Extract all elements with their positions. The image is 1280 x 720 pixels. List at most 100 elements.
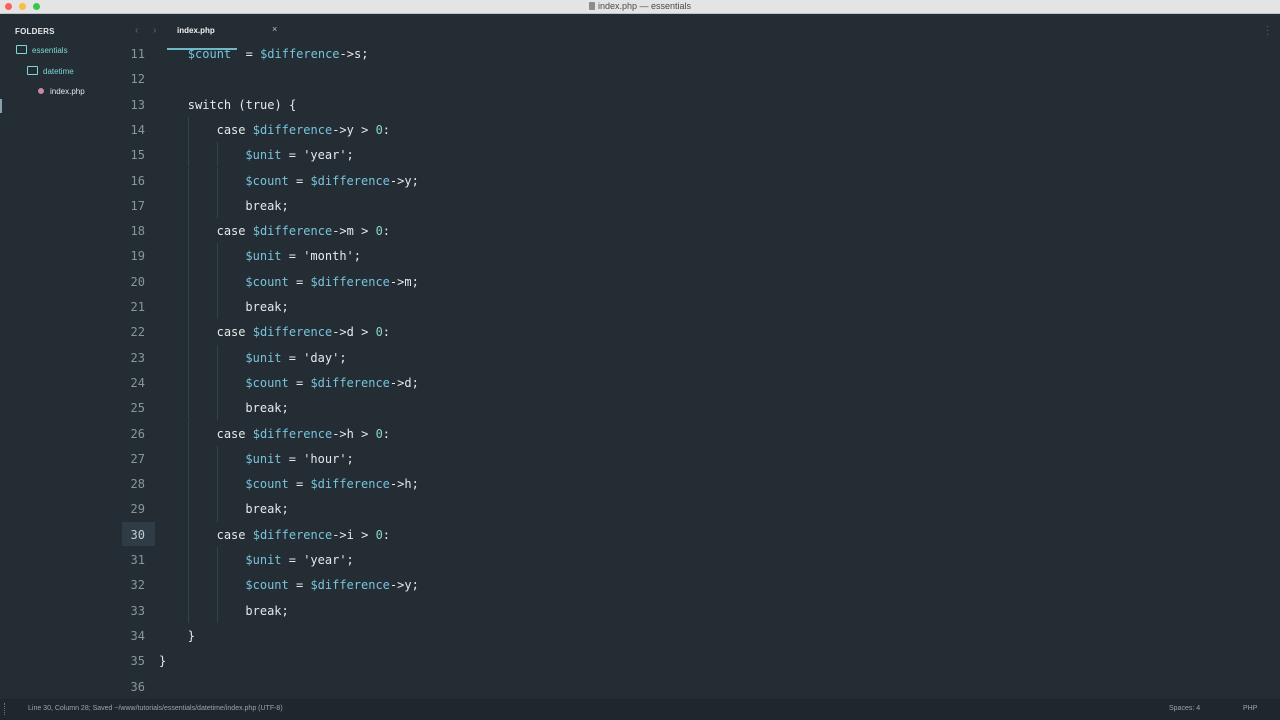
line-number: 27 [130, 451, 145, 466]
code-line[interactable]: 13 switch (true) { [122, 92, 1280, 117]
line-number: 25 [130, 401, 145, 416]
code-line[interactable]: 12 [122, 66, 1280, 91]
code-line[interactable]: 32 $count = $difference->y; [122, 572, 1280, 598]
indent-guide [187, 294, 189, 320]
code-token: ->d; [389, 375, 419, 390]
code-text: $unit = 'year'; [245, 553, 353, 567]
more-vertical-icon[interactable]: · · · [1266, 22, 1269, 40]
line-number: 29 [130, 502, 145, 517]
indent-guide [216, 471, 218, 497]
code-line[interactable]: 29 break; [122, 496, 1280, 522]
line-number: 15 [130, 148, 145, 163]
code-line[interactable]: 11 $count = $difference->s; [122, 41, 1280, 66]
indent-guide [216, 369, 218, 396]
indent-guide [216, 597, 218, 623]
code-line[interactable]: 19 $unit = 'month'; [122, 243, 1280, 269]
sidebar-item-index-php[interactable]: index.php [38, 85, 85, 99]
code-variable: $difference [310, 274, 390, 289]
code-text: $count = $difference->y; [245, 174, 418, 188]
code-text: break; [245, 300, 288, 314]
line-number: 20 [130, 274, 145, 289]
code-token: break; [245, 401, 289, 416]
code-line[interactable]: 14 case $difference->y > 0: [122, 116, 1280, 143]
code-line[interactable]: 28 $count = $difference->h; [122, 471, 1280, 497]
indent-guide [216, 572, 218, 598]
code-line[interactable]: 33 break; [122, 597, 1280, 623]
code-line[interactable]: 31 $unit = 'year'; [122, 547, 1280, 573]
code-variable: $difference [310, 477, 390, 492]
code-line[interactable]: 17 break; [122, 192, 1280, 219]
code-line[interactable]: 26 case $difference->h > 0: [122, 420, 1280, 446]
code-token: case [216, 122, 253, 137]
sidebar-item-essentials[interactable]: essentials [16, 44, 68, 58]
code-line[interactable]: 25 break; [122, 395, 1280, 421]
syntax-setting[interactable]: PHP [1243, 705, 1257, 712]
indentation-setting[interactable]: Spaces: 4 [1169, 705, 1200, 712]
code-token: ->h; [389, 477, 419, 492]
line-number: 19 [130, 249, 145, 264]
chevron-left-icon[interactable]: ‹ [135, 25, 138, 36]
code-text: break; [245, 401, 288, 415]
window-title: index.php — essentials [0, 0, 1280, 13]
close-icon[interactable]: × [272, 24, 277, 34]
code-line[interactable]: 21 break; [122, 294, 1280, 320]
code-text: $count = $difference->d; [245, 376, 418, 390]
line-number: 35 [130, 654, 145, 669]
code-text: $unit = 'month'; [245, 249, 361, 263]
title-bar: index.php — essentials [0, 0, 1280, 14]
code-token: = 'hour'; [281, 451, 354, 466]
code-line[interactable]: 22 case $difference->d > 0: [122, 319, 1280, 345]
code-line[interactable]: 30 case $difference->i > 0: [122, 521, 1280, 547]
chevron-right-icon[interactable]: › [153, 25, 156, 36]
code-line[interactable]: 23 $unit = 'day'; [122, 344, 1280, 370]
code-token: = 'year'; [281, 148, 354, 163]
code-line[interactable]: 34} [122, 623, 1280, 648]
line-number: 17 [130, 198, 145, 213]
code-text: $count = $difference->m; [245, 275, 418, 289]
indent-guide [187, 521, 189, 547]
code-token: : [382, 325, 391, 340]
code-line[interactable]: 15 $unit = 'year'; [122, 142, 1280, 168]
line-number: 31 [130, 553, 145, 567]
code-variable: $unit [245, 350, 282, 365]
code-text: $unit = 'day'; [245, 351, 346, 365]
code-text: case $difference->i > 0: [217, 528, 390, 542]
code-line[interactable]: 27 $unit = 'hour'; [122, 445, 1280, 472]
code-line[interactable]: 20 $count = $difference->m; [122, 268, 1280, 294]
code-line[interactable]: 18 case $difference->m > 0: [122, 218, 1280, 244]
status-message: Line 30, Column 28; Saved ~/www/tutorial… [28, 705, 283, 712]
indent-guide [187, 471, 189, 497]
code-line[interactable]: 35} [122, 648, 1280, 673]
code-number: 0 [375, 527, 383, 542]
line-number: 24 [130, 375, 145, 390]
code-line[interactable]: 16 $count = $difference->y; [122, 167, 1280, 193]
code-text: break; [245, 199, 288, 213]
tab-label: index.php [177, 26, 215, 35]
code-token: case [216, 224, 253, 239]
line-number: 36 [130, 679, 145, 694]
code-editor[interactable]: 11 $count = $difference->s; 12 13 switch (tr… [122, 40, 1280, 699]
sidebar-item-datetime[interactable]: datetime [27, 65, 74, 79]
code-token: = 'year'; [281, 553, 354, 567]
code-token: = [288, 274, 311, 289]
code-token: } [159, 654, 167, 669]
indent-guide [187, 445, 189, 472]
indent-guide [216, 243, 218, 269]
code-text: } [188, 629, 195, 643]
sidebar-item-label: datetime [43, 67, 74, 76]
code-variable: $count [245, 375, 289, 390]
code-line[interactable]: 24 $count = $difference->d; [122, 369, 1280, 396]
indent-guide [187, 547, 189, 573]
code-line[interactable]: 36 [122, 674, 1280, 699]
line-number: 26 [130, 426, 145, 441]
indent-guide [216, 294, 218, 320]
code-text: case $difference->h > 0: [217, 427, 390, 441]
code-text: $count = $difference->y; [245, 578, 418, 592]
code-token: ->d > [332, 325, 376, 340]
code-text: $unit = 'hour'; [245, 452, 353, 466]
code-variable: $difference [310, 375, 390, 390]
indent-guide [216, 344, 218, 370]
line-number: 11 [130, 47, 145, 61]
sidebar-toggle-icon[interactable] [4, 703, 7, 715]
line-number: 18 [130, 224, 145, 239]
